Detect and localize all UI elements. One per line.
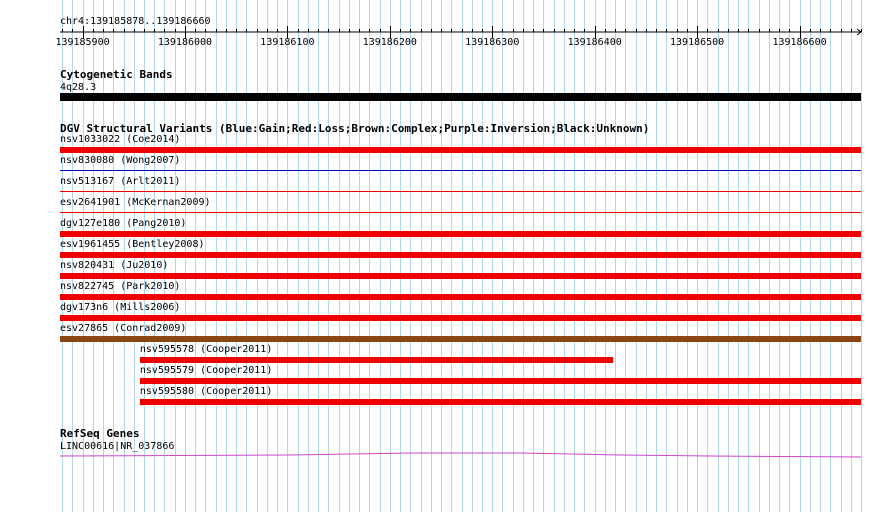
cytoband-label: 4q28.3 bbox=[60, 82, 96, 93]
ruler-tick-label: 139186000 bbox=[158, 37, 212, 48]
dgv-variant-bar[interactable] bbox=[60, 273, 861, 279]
dgv-variant-row[interactable]: nsv513167 (Arlt2011) bbox=[60, 176, 861, 192]
dgv-variant-label: nsv1033022 (Coe2014) bbox=[60, 134, 180, 145]
cytoband-track-title: Cytogenetic Bands bbox=[60, 68, 173, 81]
dgv-variant-label: nsv820431 (Ju2010) bbox=[60, 260, 168, 271]
dgv-variant-label: nsv595578 (Cooper2011) bbox=[140, 344, 272, 355]
dgv-variant-row[interactable]: esv1961455 (Bentley2008) bbox=[60, 239, 861, 258]
dgv-variant-row[interactable]: nsv595578 (Cooper2011) bbox=[139, 344, 614, 363]
dgv-variant-row[interactable]: nsv595579 (Cooper2011) bbox=[139, 365, 861, 384]
cytoband-bar[interactable] bbox=[60, 93, 861, 101]
dgv-variant-row[interactable]: nsv830080 (Wong2007) bbox=[60, 155, 861, 171]
ruler-tick-label: 139186300 bbox=[465, 37, 519, 48]
dgv-variant-label: nsv513167 (Arlt2011) bbox=[60, 176, 180, 187]
dgv-variant-row[interactable]: nsv822745 (Park2010) bbox=[60, 281, 861, 300]
dgv-variant-row[interactable]: dgv173n6 (Mills2006) bbox=[60, 302, 861, 321]
dgv-variant-label: nsv595579 (Cooper2011) bbox=[140, 365, 272, 376]
dgv-variant-bar[interactable] bbox=[60, 336, 861, 342]
dgv-variant-row[interactable]: esv2641901 (McKernan2009) bbox=[60, 197, 861, 213]
dgv-variant-bar[interactable] bbox=[60, 294, 861, 300]
dgv-variant-label: dgv173n6 (Mills2006) bbox=[60, 302, 180, 313]
dgv-variant-bar[interactable] bbox=[139, 357, 614, 363]
refseq-track: RefSeq Genes LINC00616|NR_037866 bbox=[59, 427, 862, 458]
dgv-variant-bar[interactable] bbox=[60, 147, 861, 153]
dgv-variant-row[interactable]: dgv127e180 (Pang2010) bbox=[60, 218, 861, 237]
cytoband-track: Cytogenetic Bands 4q28.3 bbox=[60, 68, 861, 101]
dgv-track: DGV Structural Variants (Blue:Gain;Red:L… bbox=[60, 122, 861, 405]
dgv-variant-bar[interactable] bbox=[60, 191, 861, 192]
dgv-variant-bar[interactable] bbox=[60, 170, 861, 171]
dgv-variant-label: esv27865 (Conrad2009) bbox=[60, 323, 186, 334]
ruler-tick-label: 139186400 bbox=[568, 37, 622, 48]
refseq-track-title: RefSeq Genes bbox=[60, 427, 139, 440]
dgv-variant-bar[interactable] bbox=[60, 231, 861, 237]
dgv-variant-row[interactable]: nsv595580 (Cooper2011) bbox=[139, 386, 861, 405]
dgv-variant-label: esv2641901 (McKernan2009) bbox=[60, 197, 211, 208]
ruler-tick-label: 139186100 bbox=[260, 37, 314, 48]
ruler-tick-label: 139186200 bbox=[363, 37, 417, 48]
dgv-variant-bar[interactable] bbox=[139, 399, 861, 405]
refseq-gene-line[interactable] bbox=[59, 452, 862, 458]
dgv-variant-row[interactable]: nsv1033022 (Coe2014) bbox=[60, 134, 861, 153]
dgv-variant-bar[interactable] bbox=[139, 378, 861, 384]
dgv-variant-row[interactable]: nsv820431 (Ju2010) bbox=[60, 260, 861, 279]
dgv-variant-bar[interactable] bbox=[60, 212, 861, 213]
ruler-track: chr4:139185878..139186660 139185900 13918… bbox=[55, 16, 862, 48]
dgv-variant-bar[interactable] bbox=[60, 252, 861, 258]
dgv-variant-label: nsv822745 (Park2010) bbox=[60, 281, 180, 292]
dgv-variant-label: nsv830080 (Wong2007) bbox=[60, 155, 180, 166]
refseq-gene-label: LINC00616|NR_037866 bbox=[60, 441, 174, 452]
ruler-tick-label: 139186500 bbox=[670, 37, 724, 48]
ruler-tick-label: 139185900 bbox=[55, 37, 109, 48]
dgv-variant-label: esv1961455 (Bentley2008) bbox=[60, 239, 205, 250]
dgv-variant-row[interactable]: esv27865 (Conrad2009) bbox=[60, 323, 861, 342]
genome-browser-panel: chr4:139185878..139186660 139185900 13918… bbox=[55, 0, 862, 512]
dgv-variant-label: nsv595580 (Cooper2011) bbox=[140, 386, 272, 397]
region-label: chr4:139185878..139186660 bbox=[60, 16, 211, 27]
dgv-variant-label: dgv127e180 (Pang2010) bbox=[60, 218, 186, 229]
ruler-tick-label: 139186600 bbox=[772, 37, 826, 48]
dgv-variant-bar[interactable] bbox=[60, 315, 861, 321]
